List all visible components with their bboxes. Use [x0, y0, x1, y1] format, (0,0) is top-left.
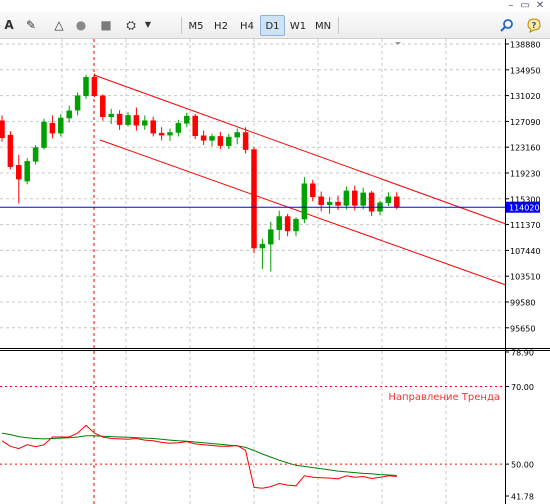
current-price-label: 114020 [509, 204, 540, 213]
indicator-axis: 78.90 70.00 50.00 41.78 [505, 349, 534, 502]
candle-bull [276, 216, 282, 230]
restore-icon[interactable]: ▭ [519, 0, 531, 12]
candle-bear [91, 77, 98, 96]
triangle-tool-icon[interactable]: △ [50, 16, 68, 34]
candle-bull [385, 196, 392, 203]
candle-bull [175, 123, 182, 133]
search-icon[interactable] [500, 18, 514, 32]
candle-bear [7, 134, 14, 167]
candle-bear [310, 183, 316, 198]
candle-bull [209, 136, 215, 141]
candle-bear [251, 149, 257, 249]
trading-terminal-window: – ▭ ✕ A ✎ △ ● ■ ⛭ ▼ M5 H2 H4 D1 W1 MN ? [0, 0, 550, 504]
candle-bear [150, 120, 156, 134]
candle-bull [268, 229, 274, 245]
candle-bear [368, 192, 375, 212]
indicator-axis-label: 41.78 [511, 493, 534, 502]
price-axis-label: 138880 [510, 41, 541, 50]
candle-bear [217, 136, 224, 146]
candle-bear [242, 132, 249, 150]
candle-bull [142, 120, 148, 126]
candle-bear [394, 196, 400, 207]
minimize-icon[interactable]: – [505, 0, 517, 12]
candle-bear [100, 95, 106, 117]
shapes-dropdown-icon[interactable]: ⛭ [122, 16, 140, 34]
timeframe-h4-button[interactable]: H4 [235, 15, 259, 36]
price-axis-label: 99580 [510, 299, 535, 308]
indicator-axis-label: 70.00 [511, 383, 534, 392]
candle-bull [41, 121, 47, 148]
pencil-tool-icon[interactable]: ✎ [22, 16, 40, 34]
timeframe-mn-button[interactable]: MN [311, 15, 335, 36]
price-axis-label: 103510 [510, 273, 541, 282]
candle-bull [167, 132, 173, 136]
price-axis-label: 107440 [510, 247, 541, 256]
text-tool-icon[interactable]: A [0, 16, 18, 34]
window-controls: – ▭ ✕ [0, 0, 550, 12]
ellipse-tool-icon[interactable]: ● [72, 16, 90, 34]
price-axis-label: 111370 [510, 221, 541, 230]
candle-bear [0, 120, 5, 138]
candle-bear [318, 196, 324, 205]
candle-bear [200, 135, 207, 141]
timeframe-w1-button[interactable]: W1 [286, 15, 310, 36]
candle-bull [108, 113, 114, 117]
help-icon[interactable]: ? [526, 17, 542, 33]
candle-bear [284, 216, 291, 232]
candle-bull [293, 218, 299, 232]
candle-bear [192, 115, 198, 137]
candle-bull [234, 132, 240, 138]
candle-bear [352, 190, 358, 206]
price-axis-label: 134950 [510, 66, 541, 75]
candle-bull [74, 95, 81, 111]
candle-bull [343, 190, 350, 206]
candle-bull [24, 161, 30, 182]
candle-bear [158, 132, 165, 136]
timeframe-m5-button[interactable]: M5 [184, 15, 208, 36]
indicator-main-line [1, 424, 397, 489]
candle-bull [301, 183, 308, 220]
price-axis-label: 127090 [510, 118, 541, 127]
price-axis-label: 115300 [510, 195, 541, 204]
price-axis: 138880 134950 131020 127090 123160 119230 1153… [505, 41, 541, 333]
timeframe-d1-button[interactable]: D1 [260, 15, 285, 36]
candle-bull [226, 136, 232, 146]
indicator-signal-line [1, 432, 397, 476]
candle-bear [133, 115, 140, 126]
chart-toolbar: A ✎ △ ● ■ ⛭ ▼ M5 H2 H4 D1 W1 MN ? [0, 12, 550, 39]
candle-bear [49, 123, 56, 134]
indicator-axis-label: 78.90 [511, 349, 534, 358]
candle-bull [32, 147, 39, 162]
svg-text:?: ? [532, 21, 537, 30]
indicator-axis-label: 50.00 [511, 461, 534, 470]
candle-bear [116, 113, 123, 125]
rectangle-tool-icon[interactable]: ■ [97, 16, 115, 34]
candle-bull [259, 243, 266, 249]
price-axis-label: 119230 [510, 170, 541, 179]
price-axis-label: 123160 [510, 144, 541, 153]
candle-bull [83, 77, 89, 96]
indicator-pane [1, 424, 397, 489]
candle-bull [360, 192, 366, 206]
candle-bear [16, 165, 22, 180]
candle-bear [335, 201, 341, 206]
candle-bull [125, 115, 131, 125]
toolbar-separator [338, 17, 339, 34]
candle-bull [58, 117, 64, 134]
candle-bull [184, 115, 190, 124]
candle-bull [326, 201, 333, 205]
toolbar-separator [181, 17, 182, 34]
price-axis-label: 131020 [510, 92, 541, 101]
indicator-label: Направление Тренда [388, 392, 500, 403]
chevron-down-icon[interactable]: ▼ [139, 16, 157, 34]
close-icon[interactable]: ✕ [534, 0, 546, 12]
candle-bull [66, 110, 72, 119]
chart-area[interactable]: 114020 138880 134950 131020 127090 123160 119… [0, 39, 550, 504]
timeframe-h2-button[interactable]: H2 [209, 15, 233, 36]
price-axis-label: 95650 [510, 324, 535, 333]
